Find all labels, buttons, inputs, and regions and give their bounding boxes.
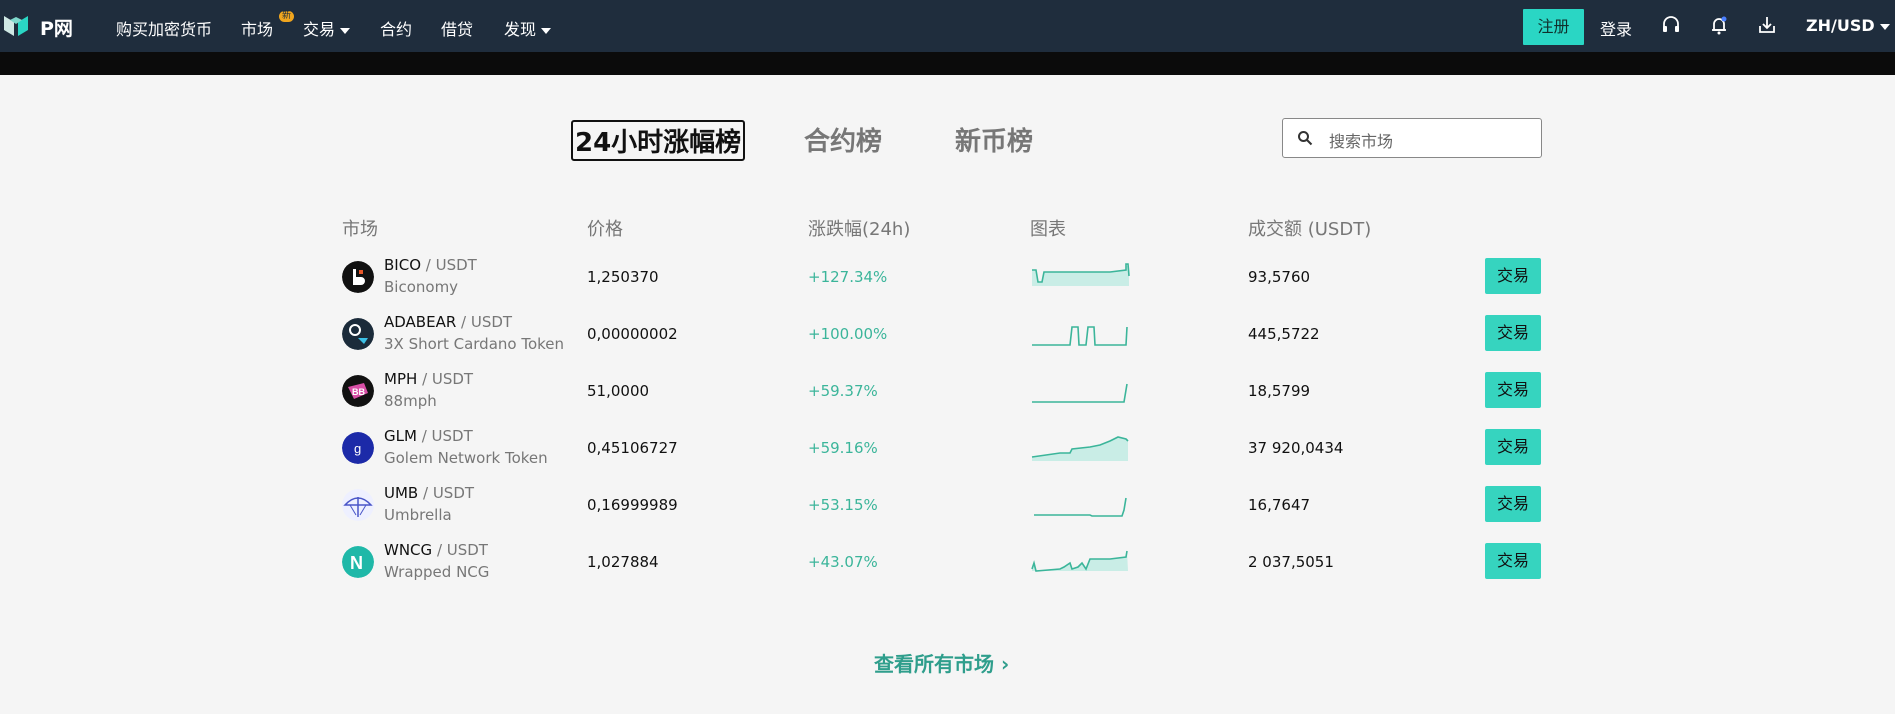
row-change: +53.15% <box>808 496 878 514</box>
row-symbol: WNCG <box>384 541 433 559</box>
brand-name[interactable]: P网 <box>40 14 73 41</box>
row-volume: 18,5799 <box>1248 382 1311 400</box>
search-placeholder: 搜索市场 <box>1329 132 1394 151</box>
chevron-down-icon <box>340 27 351 34</box>
svg-text:BB: BB <box>352 387 365 397</box>
tab-24h-gainers[interactable]: 24小时涨幅榜 <box>571 120 746 161</box>
trade-button[interactable]: 交易 <box>1485 543 1541 579</box>
row-coin-name: Wrapped NCG <box>384 563 490 581</box>
row-symbol: MPH <box>384 370 418 388</box>
header-market: 市场 <box>342 219 378 240</box>
table-row[interactable]: g GLM / USDT Golem Network Token 0,45106… <box>0 427 1895 484</box>
row-volume: 37 920,0434 <box>1248 439 1344 457</box>
table-row[interactable]: UMB / USDT Umbrella 0,16999989 +53.15% 1… <box>0 484 1895 541</box>
nav-lending[interactable]: 借贷 <box>441 16 473 40</box>
wncg-coin-icon: N <box>342 546 374 578</box>
row-quote: / USDT <box>461 313 513 331</box>
svg-text:N: N <box>350 553 363 573</box>
headset-icon[interactable] <box>1660 14 1682 36</box>
header-volume: 成交额 (USDT) <box>1248 219 1372 240</box>
row-quote: / USDT <box>422 370 474 388</box>
row-price: 1,250370 <box>587 268 659 286</box>
row-quote: / USDT <box>421 427 473 445</box>
trade-button[interactable]: 交易 <box>1485 486 1541 522</box>
row-coin-name: Golem Network Token <box>384 449 548 467</box>
row-change: +127.34% <box>808 268 888 286</box>
banner-strip <box>0 52 1895 75</box>
row-symbol: BICO <box>384 256 421 274</box>
row-change: +59.16% <box>808 439 878 457</box>
row-symbol: GLM <box>384 427 417 445</box>
row-change: +59.37% <box>808 382 878 400</box>
table-row[interactable]: ADABEAR / USDT 3X Short Cardano Token 0,… <box>0 313 1895 370</box>
nav-contracts[interactable]: 合约 <box>380 16 412 40</box>
chevron-down-icon <box>541 27 552 34</box>
search-input[interactable]: 搜索市场 <box>1282 118 1542 158</box>
row-sparkline <box>1032 263 1130 286</box>
tab-new-coins[interactable]: 新币榜 <box>955 121 1033 158</box>
row-volume: 93,5760 <box>1248 268 1311 286</box>
nav-market[interactable]: 市场 <box>241 16 273 40</box>
nav-buy-crypto[interactable]: 购买加密货币 <box>116 16 212 40</box>
row-sparkline <box>1031 550 1128 572</box>
row-volume: 2 037,5051 <box>1248 553 1334 571</box>
row-symbol: ADABEAR <box>384 313 457 331</box>
chevron-down-icon <box>1879 23 1890 30</box>
row-coin-name: Biconomy <box>384 278 459 296</box>
row-sparkline <box>1032 383 1128 403</box>
row-price: 0,00000002 <box>587 325 678 343</box>
row-coin-name: 3X Short Cardano Token <box>384 335 565 353</box>
header-chart: 图表 <box>1030 219 1066 240</box>
row-price: 1,027884 <box>587 553 659 571</box>
table-row[interactable]: BB MPH / USDT 88mph 51,0000 +59.37% 18,5… <box>0 370 1895 427</box>
brand-logo-icon[interactable] <box>4 14 28 38</box>
row-price: 51,0000 <box>587 382 650 400</box>
language-label: ZH/USD <box>1806 16 1875 35</box>
nav-discover[interactable]: 发现 <box>504 16 552 40</box>
mph-coin-icon: BB <box>342 375 374 407</box>
row-sparkline <box>1031 436 1129 461</box>
row-price: 0,45106727 <box>587 439 678 457</box>
row-coin-name: Umbrella <box>384 506 452 524</box>
svg-text:g: g <box>354 441 361 456</box>
row-sparkline <box>1034 497 1127 517</box>
row-quote: / USDT <box>436 541 488 559</box>
row-volume: 16,7647 <box>1248 496 1311 514</box>
table-row[interactable]: N WNCG / USDT Wrapped NCG 1,027884 +43.0… <box>0 541 1895 598</box>
umb-coin-icon <box>342 489 374 521</box>
header-change: 涨跌幅(24h) <box>808 219 911 240</box>
adabear-coin-icon <box>342 318 374 350</box>
table-row[interactable]: BICO / USDT Biconomy 1,250370 +127.34% 9… <box>0 256 1895 313</box>
row-price: 0,16999989 <box>587 496 678 514</box>
row-coin-name: 88mph <box>384 392 437 410</box>
glm-coin-icon: g <box>342 432 374 464</box>
row-symbol: UMB <box>384 484 419 502</box>
search-icon <box>1298 131 1313 146</box>
header-price: 价格 <box>587 219 623 240</box>
new-badge: 新 <box>279 11 295 22</box>
nav-trade[interactable]: 交易 <box>303 16 351 40</box>
nav-discover-label: 发现 <box>504 20 537 39</box>
trade-button[interactable]: 交易 <box>1485 372 1541 408</box>
trade-button[interactable]: 交易 <box>1485 315 1541 351</box>
signup-button[interactable]: 注册 <box>1523 9 1584 45</box>
row-volume: 445,5722 <box>1248 325 1320 343</box>
top-navbar: P网 购买加密货币 市场 新 交易 合约 借贷 发现 注册 登录 ZH/USD <box>0 0 1895 52</box>
language-selector[interactable]: ZH/USD <box>1806 16 1890 35</box>
view-all-markets-link[interactable]: 查看所有市场 › <box>874 648 1009 677</box>
trade-button[interactable]: 交易 <box>1485 429 1541 465</box>
row-quote: / USDT <box>425 256 477 274</box>
login-link[interactable]: 登录 <box>1600 16 1632 40</box>
tab-contracts[interactable]: 合约榜 <box>804 121 882 158</box>
row-quote: / USDT <box>423 484 475 502</box>
download-icon[interactable] <box>1756 14 1778 36</box>
row-sparkline <box>1032 326 1128 346</box>
trade-button[interactable]: 交易 <box>1485 258 1541 294</box>
bell-icon[interactable] <box>1708 14 1730 36</box>
bico-coin-icon <box>342 261 374 293</box>
row-change: +43.07% <box>808 553 878 571</box>
nav-trade-label: 交易 <box>303 20 336 39</box>
row-change: +100.00% <box>808 325 888 343</box>
